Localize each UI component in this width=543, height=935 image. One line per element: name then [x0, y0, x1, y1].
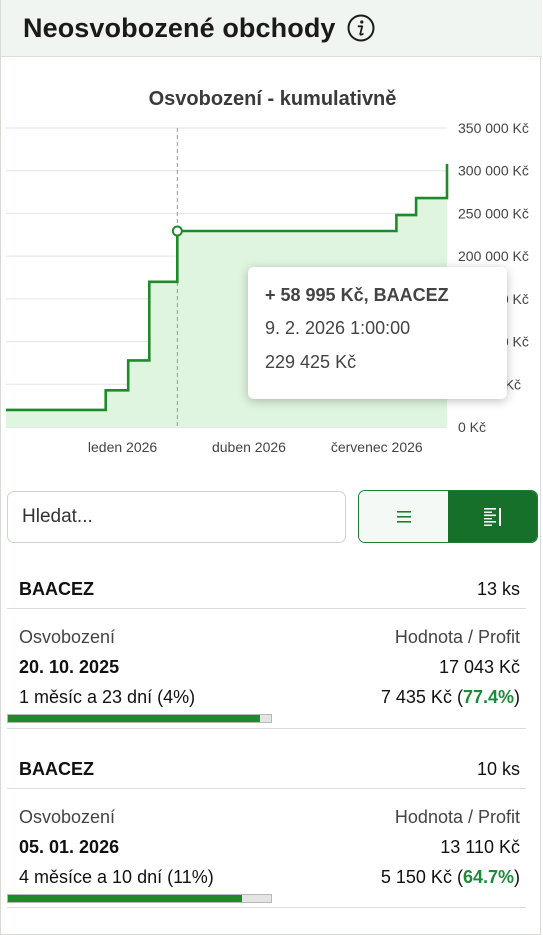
release-label: Osvobození [19, 806, 116, 827]
position-ticker: BAACEZ [19, 578, 94, 599]
release-progress-bar [7, 894, 272, 903]
position-quantity: 13 ks [476, 578, 520, 599]
profit-amount: 5 150 Kč [380, 866, 452, 887]
info-icon[interactable] [346, 13, 376, 43]
release-date: 05. 01. 2026 [19, 836, 120, 857]
position-item[interactable]: BAACEZ 13 ks Osvobození Hodnota / Profit… [7, 574, 526, 723]
unreleased-trades-card: Neosvobozené obchody Osvobození - kumula… [0, 0, 542, 935]
release-progress-bar [7, 714, 272, 723]
x-tick-label: duben 2026 [212, 439, 286, 455]
card-header: Neosvobozené obchody [1, 0, 542, 57]
position-item[interactable]: BAACEZ 10 ks Osvobození Hodnota / Profit… [7, 754, 526, 903]
item-separator [7, 907, 526, 908]
value-profit-label: Hodnota / Profit [394, 626, 520, 647]
hover-marker-layer [171, 225, 183, 237]
position-labels: Osvobození Hodnota / Profit [7, 622, 526, 652]
profit-text: 5 150 Kč (64.7%) [380, 866, 520, 887]
x-tick-label: červenec 2026 [331, 439, 423, 455]
tooltip-datetime: 9. 2. 2026 1:00:00 [265, 318, 411, 338]
profit-amount: 7 435 Kč [380, 686, 452, 707]
release-date: 20. 10. 2025 [19, 656, 120, 677]
card-title: Neosvobozené obchody [23, 12, 336, 43]
search-input[interactable] [7, 491, 346, 543]
tooltip-trade: + 58 995 Kč, BAACEZ [265, 285, 449, 305]
position-values: 20. 10. 2025 17 043 Kč [7, 652, 526, 682]
position-values: 05. 01. 2026 13 110 Kč [7, 832, 526, 862]
y-tick-label: 350 000 Kč [458, 120, 529, 136]
list-view-button[interactable] [359, 491, 448, 542]
position-quantity: 10 ks [476, 758, 520, 779]
remaining-time: 1 měsíc a 23 dní (4%) [19, 686, 196, 707]
y-tick-label: 0 Kč [458, 419, 486, 435]
divider [7, 788, 526, 789]
profit-text: 7 435 Kč (77.4%) [380, 686, 520, 707]
position-remaining-row: 1 měsíc a 23 dní (4%) 7 435 Kč (77.4%) [7, 682, 526, 712]
view-toggle [358, 490, 538, 543]
position-header: BAACEZ 13 ks [7, 574, 526, 604]
position-value: 17 043 Kč [438, 656, 520, 677]
remaining-time: 4 měsíce a 10 dní (11%) [19, 866, 214, 887]
chart-title: Osvobození - kumulativně [148, 88, 397, 110]
x-axis-labels: leden 2026 duben 2026 červenec 2026 [88, 439, 423, 455]
hover-point [171, 225, 183, 237]
y-tick-label: 200 000 Kč [458, 248, 529, 264]
position-labels: Osvobození Hodnota / Profit [7, 802, 526, 832]
position-value: 13 110 Kč [440, 836, 520, 857]
position-header: BAACEZ 10 ks [7, 754, 526, 784]
release-progress-fill [8, 895, 243, 902]
divider [7, 608, 526, 609]
release-label: Osvobození [19, 626, 116, 647]
value-profit-label: Hodnota / Profit [394, 806, 520, 827]
profit-percent: 77.4% [462, 686, 514, 707]
y-tick-label: 250 000 Kč [458, 205, 529, 221]
detail-view-button[interactable] [448, 491, 537, 542]
y-tick-label: 300 000 Kč [458, 163, 529, 179]
release-progress-fill [8, 715, 261, 722]
tooltip-total: 229 425 Kč [265, 352, 357, 372]
detail-list-icon [483, 507, 501, 526]
chart-tooltip: + 58 995 Kč, BAACEZ 9. 2. 2026 1:00:00 2… [248, 267, 507, 399]
position-remaining-row: 4 měsíce a 10 dní (11%) 5 150 Kč (64.7%) [7, 862, 526, 892]
item-separator [7, 728, 526, 729]
x-tick-label: leden 2026 [88, 439, 158, 455]
profit-percent: 64.7% [462, 866, 514, 887]
list-icon [396, 510, 411, 523]
position-ticker: BAACEZ [19, 758, 94, 779]
